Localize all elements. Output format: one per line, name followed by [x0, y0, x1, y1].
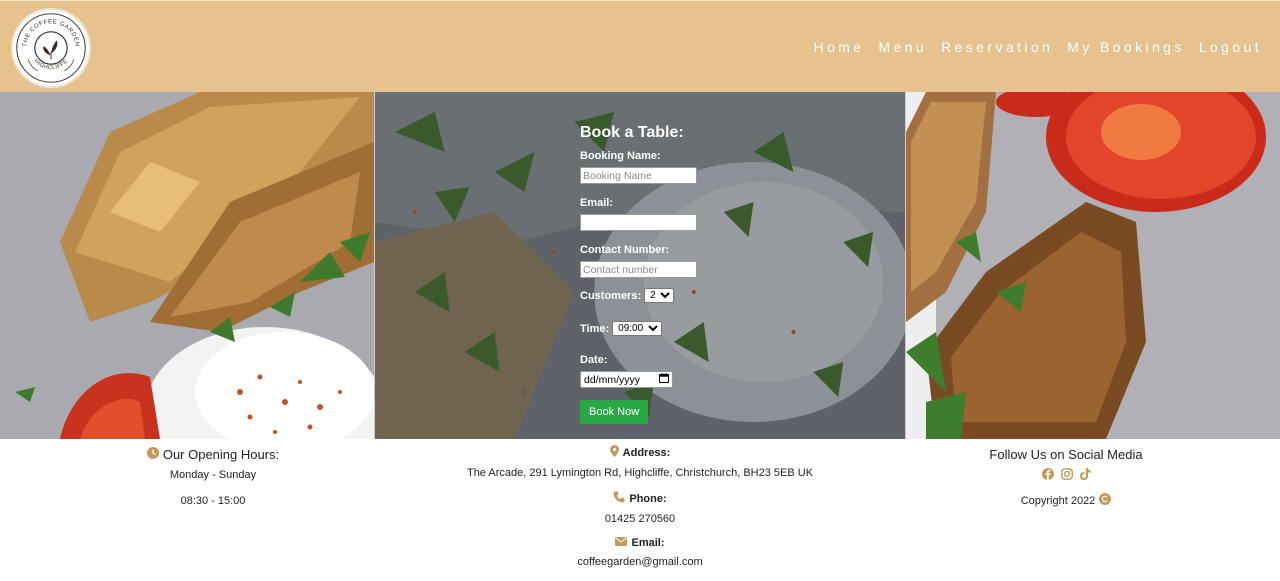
- opening-hours-section: Our Opening Hours: Monday - Sunday 08:30…: [106, 439, 320, 507]
- nav-home[interactable]: Home: [814, 39, 865, 55]
- nav-reservation[interactable]: Reservation: [941, 39, 1053, 55]
- hero-section: Book a Table: Booking Name: Email: Conta…: [0, 92, 1280, 439]
- nav-logout[interactable]: Logout: [1199, 39, 1262, 55]
- email-footer-label: Email:: [631, 537, 665, 549]
- social-section: Follow Us on Social Media Copyright 2022: [966, 439, 1166, 508]
- address-value: The Arcade, 291 Lymington Rd, Highcliffe…: [466, 467, 814, 479]
- main-nav: Home Menu Reservation My Bookings Logout: [814, 39, 1262, 55]
- hero-photo-left: [0, 92, 374, 439]
- customers-label: Customers:: [580, 289, 642, 302]
- booking-name-label: Booking Name:: [580, 150, 661, 162]
- copyright-text: Copyright 2022: [1020, 494, 1096, 507]
- opening-days: Monday - Sunday: [169, 469, 257, 481]
- email-label: Email:: [580, 197, 614, 209]
- time-select[interactable]: 09:00: [612, 321, 663, 336]
- facebook-icon[interactable]: [1041, 468, 1054, 480]
- copyright-icon: [1099, 493, 1112, 508]
- opening-hours-heading: Our Opening Hours:: [162, 447, 280, 462]
- time-label: Time:: [580, 322, 610, 335]
- site-header: THE COFFEE GARDEN HIGHCLIFFE Home Menu R…: [0, 0, 1280, 92]
- hero-photo-right: [906, 92, 1280, 439]
- tiktok-icon[interactable]: [1079, 468, 1091, 480]
- contact-number-label: Contact Number:: [580, 244, 670, 256]
- date-placeholder: dd/mm/yyyy: [584, 373, 641, 386]
- email-input[interactable]: [580, 214, 697, 231]
- address-label: Address:: [622, 446, 671, 459]
- logo-emblem: THE COFFEE GARDEN HIGHCLIFFE: [16, 13, 86, 83]
- envelope-icon: [615, 537, 628, 549]
- instagram-icon[interactable]: [1060, 468, 1073, 480]
- date-input[interactable]: dd/mm/yyyy: [580, 371, 673, 388]
- phone-label: Phone:: [629, 492, 667, 505]
- nav-menu[interactable]: Menu: [878, 39, 927, 55]
- site-footer: Our Opening Hours: Monday - Sunday 08:30…: [0, 439, 1280, 581]
- form-title: Book a Table:: [580, 124, 684, 141]
- opening-times: 08:30 - 15:00: [180, 495, 246, 507]
- contact-number-input[interactable]: [580, 261, 697, 278]
- book-now-button[interactable]: Book Now: [580, 400, 649, 424]
- coffee-garden-logo[interactable]: THE COFFEE GARDEN HIGHCLIFFE: [11, 8, 91, 88]
- calendar-icon[interactable]: [659, 373, 669, 386]
- date-label: Date:: [580, 354, 608, 366]
- booking-name-input[interactable]: [580, 167, 697, 184]
- clock-icon: [146, 447, 159, 462]
- nav-my-bookings[interactable]: My Bookings: [1067, 39, 1185, 55]
- email-value: coffeegarden@gmail.com: [577, 556, 703, 568]
- social-heading: Follow Us on Social Media: [989, 447, 1143, 462]
- map-pin-icon: [609, 445, 619, 460]
- booking-form: Book a Table: Booking Name: Email: Conta…: [580, 124, 780, 424]
- contact-section: Address: The Arcade, 291 Lymington Rd, H…: [440, 439, 840, 568]
- phone-icon: [613, 491, 625, 506]
- customers-select[interactable]: 2: [644, 288, 675, 303]
- phone-value: 01425 270560: [604, 513, 676, 525]
